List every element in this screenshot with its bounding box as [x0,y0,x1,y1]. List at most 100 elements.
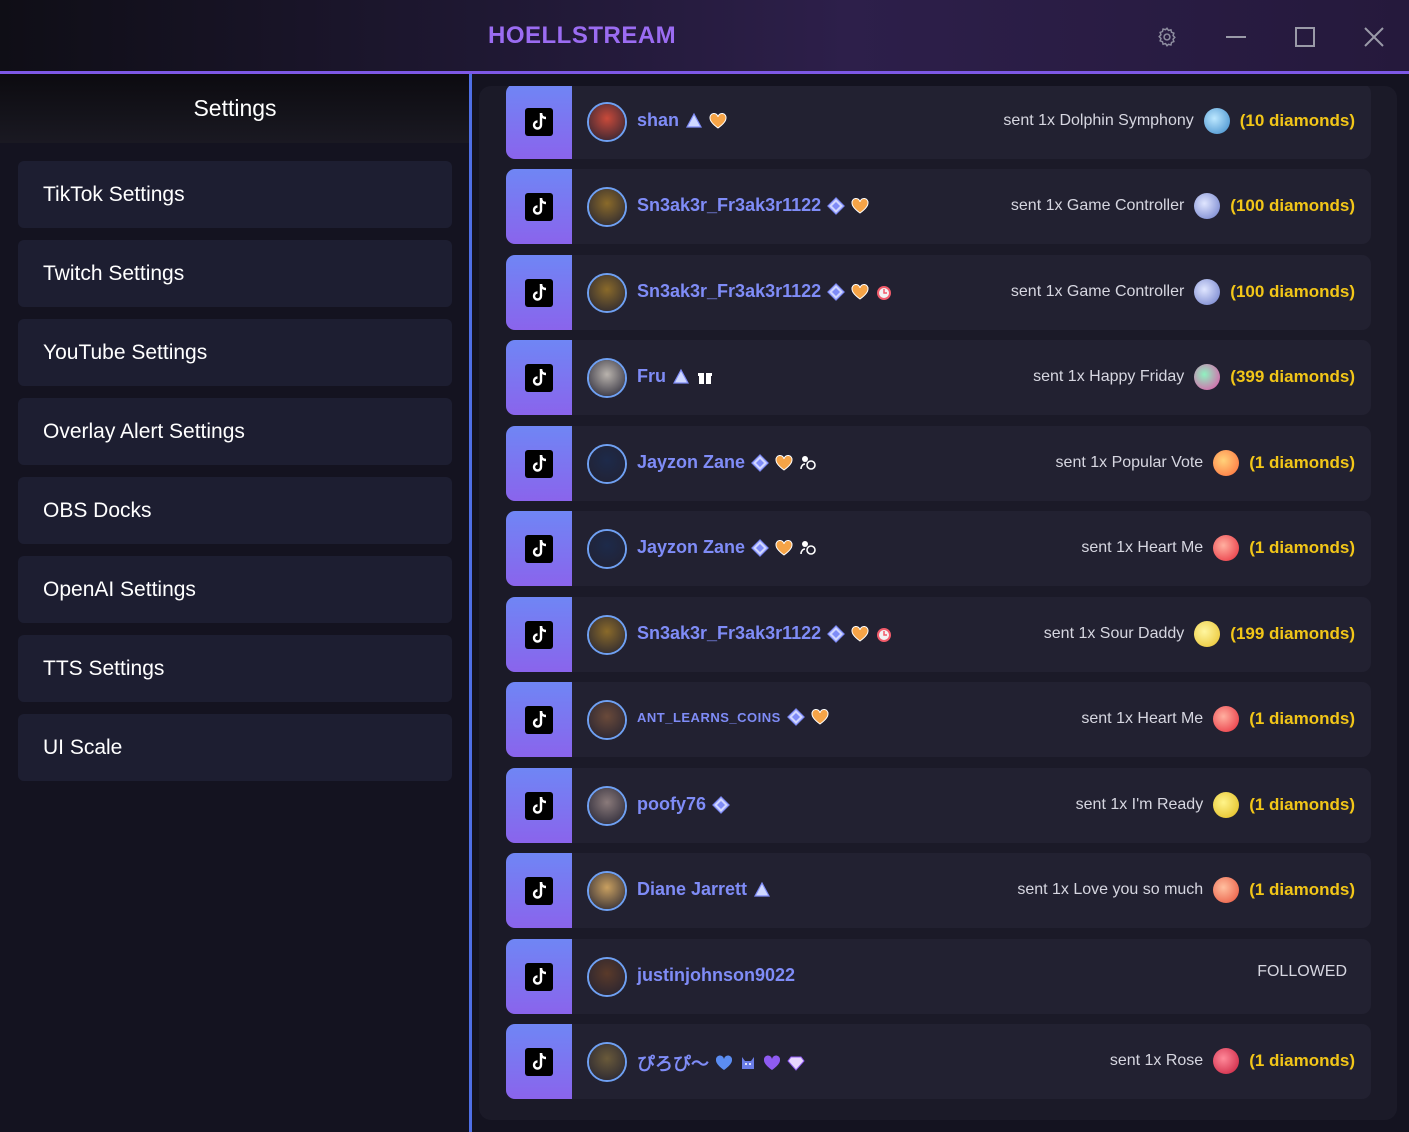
event-row[interactable]: justinjohnson9022 FOLLOWED [506,939,1371,1014]
avatar[interactable] [587,871,627,911]
username[interactable]: shan [637,110,679,131]
username[interactable]: Sn3ak3r_Fr3ak3r1122 [637,623,821,644]
heart-badge-icon [851,625,869,643]
user-info: Sn3ak3r_Fr3ak3r1122 [637,195,869,216]
event-row[interactable]: Fru sent 1x Happy Friday (399 diamonds) [506,340,1371,415]
event-row[interactable]: Sn3ak3r_Fr3ak3r1122 sent 1x Game Controll… [506,169,1371,244]
gift-text: sent 1x Rose [1109,1052,1204,1069]
menu-item-twitch-settings[interactable]: Twitch Settings [18,240,452,307]
user-info: Diane Jarrett [637,879,771,900]
avatar[interactable] [587,700,627,740]
platform-stripe [506,682,572,757]
menu-item-youtube-settings[interactable]: YouTube Settings [18,319,452,386]
platform-stripe [506,511,572,586]
user-info: poofy76 [637,794,730,815]
avatar[interactable] [587,102,627,142]
event-row[interactable]: ぴろぴ〜 sent 1x Rose (1 diamonds) [506,1024,1371,1099]
event-message: FOLLOWED [1257,963,1347,981]
gift-text: sent 1x Love you so much [1017,881,1204,898]
avatar[interactable] [587,529,627,569]
close-button[interactable] [1357,20,1391,54]
tiktok-icon [525,363,553,392]
title-bar: HOELLSTREAM [0,0,1409,74]
controller-gift-icon [1194,193,1221,219]
platform-stripe [506,169,572,244]
event-message: sent 1x Game Controller (100 diamonds) [1011,193,1355,219]
event-row[interactable]: Sn3ak3r_Fr3ak3r1122 sent 1x Game Controll… [506,255,1371,330]
avatar[interactable] [587,444,627,484]
tiktok-icon [525,449,553,478]
event-message: sent 1x Sour Daddy (199 diamonds) [1044,621,1355,647]
alarm-badge-icon [875,283,893,301]
menu-item-tiktok-settings[interactable]: TikTok Settings [18,161,452,228]
username[interactable]: Diane Jarrett [637,879,747,900]
event-row[interactable]: shan sent 1x Dolphin Symphony (10 diamonds… [506,86,1371,159]
maximize-button[interactable] [1288,20,1322,54]
diamond-count: (100 diamonds) [1230,196,1355,215]
user-info: Jayzon Zane [637,452,817,473]
avatar[interactable] [587,273,627,313]
platform-stripe [506,86,572,159]
username[interactable]: ANT_LEARNS_COINS [637,710,781,725]
avatar[interactable] [587,957,627,997]
triangle-badge-icon [685,112,703,130]
username[interactable]: Sn3ak3r_Fr3ak3r1122 [637,281,821,302]
avatar[interactable] [587,1042,627,1082]
alarm-badge-icon [875,625,893,643]
event-row[interactable]: Jayzon Zane sent 1x Popular Vote (1 diamon… [506,426,1371,501]
avatar[interactable] [587,786,627,826]
platform-stripe [506,426,572,501]
avatar[interactable] [587,358,627,398]
tiktok-icon [525,192,553,221]
username[interactable]: ぴろぴ〜 [637,1050,709,1076]
event-feed[interactable]: shan sent 1x Dolphin Symphony (10 diamonds… [479,86,1397,1120]
gift-text: sent 1x Happy Friday [1033,368,1185,385]
user-info: Sn3ak3r_Fr3ak3r1122 [637,623,893,644]
event-message: sent 1x Game Controller (100 diamonds) [1011,279,1355,305]
username[interactable]: Jayzon Zane [637,452,745,473]
gift-text: sent 1x Heart Me [1081,710,1204,727]
event-row[interactable]: ANT_LEARNS_COINS sent 1x Heart Me (1 diamo… [506,682,1371,757]
username[interactable]: Sn3ak3r_Fr3ak3r1122 [637,195,821,216]
event-row[interactable]: poofy76 sent 1x I'm Ready (1 diamonds) [506,768,1371,843]
people-badge-icon [799,454,817,472]
im-ready-gift-icon [1213,792,1240,818]
menu-item-obs-docks[interactable]: OBS Docks [18,477,452,544]
username[interactable]: Jayzon Zane [637,537,745,558]
menu-item-label: Twitch Settings [43,261,185,285]
tiktok-icon [525,962,553,991]
tiktok-icon [525,705,553,734]
dolphin-gift-icon [1203,108,1230,134]
menu-item-label: TikTok Settings [43,182,185,206]
menu-item-openai-settings[interactable]: OpenAI Settings [18,556,452,623]
gift-text: sent 1x Popular Vote [1055,454,1204,471]
username[interactable]: justinjohnson9022 [637,965,795,986]
user-info: Jayzon Zane [637,537,817,558]
diamond-count: (10 diamonds) [1239,111,1355,130]
menu-item-ui-scale[interactable]: UI Scale [18,714,452,781]
diamond-count: (399 diamonds) [1230,367,1355,386]
event-message: sent 1x Rose (1 diamonds) [1110,1048,1355,1074]
gift-text: sent 1x I'm Ready [1075,796,1204,813]
avatar[interactable] [587,187,627,227]
diamond-count: (199 diamonds) [1230,624,1355,643]
menu-item-overlay-alert-settings[interactable]: Overlay Alert Settings [18,398,452,465]
menu-item-tts-settings[interactable]: TTS Settings [18,635,452,702]
settings-gear-icon[interactable] [1150,20,1184,54]
user-info: shan [637,110,727,131]
username[interactable]: poofy76 [637,794,706,815]
event-message: sent 1x I'm Ready (1 diamonds) [1076,792,1355,818]
menu-item-label: TTS Settings [43,656,165,680]
menu-item-label: Overlay Alert Settings [43,419,245,443]
user-info: ANT_LEARNS_COINS [637,708,829,726]
platform-stripe [506,1024,572,1099]
tiktok-icon [525,107,553,136]
platform-stripe [506,597,572,672]
diamond-badge-icon [712,795,730,814]
event-row[interactable]: Sn3ak3r_Fr3ak3r1122 sent 1x Sour Daddy (19… [506,597,1371,672]
minimize-button[interactable] [1219,20,1253,54]
username[interactable]: Fru [637,366,666,387]
event-row[interactable]: Jayzon Zane sent 1x Heart Me (1 diamonds) [506,511,1371,586]
avatar[interactable] [587,615,627,655]
event-row[interactable]: Diane Jarrett sent 1x Love you so much (1 … [506,853,1371,928]
